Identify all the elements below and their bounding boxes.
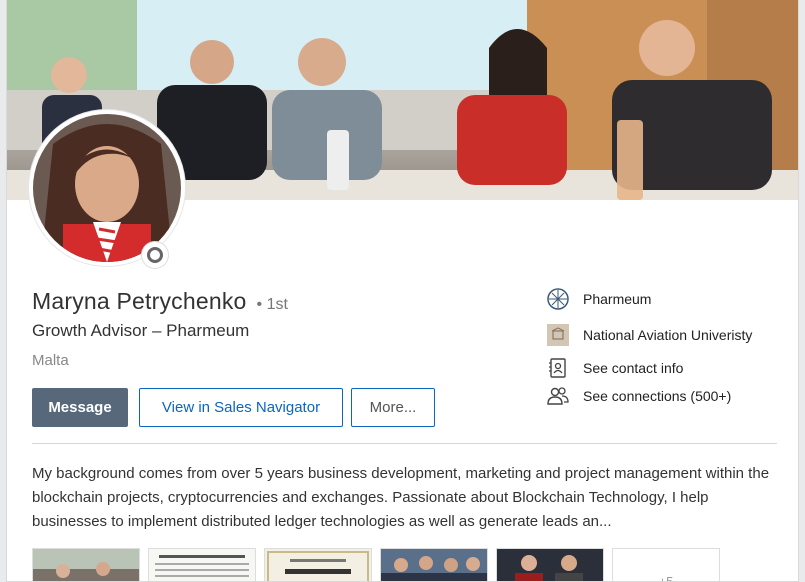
online-status-icon xyxy=(142,242,168,268)
connection-degree: • 1st xyxy=(256,296,288,313)
school-logo-icon xyxy=(547,324,569,346)
profile-headline: Growth Advisor – Pharmeum xyxy=(32,321,250,340)
media-more-tile[interactable]: +5 xyxy=(612,548,720,581)
more-button[interactable]: More... xyxy=(351,388,435,427)
profile-summary[interactable]: My background comes from over 5 years bu… xyxy=(32,462,782,534)
contact-info-label: See contact info xyxy=(583,360,684,376)
contact-card-icon xyxy=(547,357,569,379)
section-divider xyxy=(32,443,777,444)
media-thumbnail[interactable] xyxy=(148,548,256,581)
profile-name: Maryna Petrychenko xyxy=(32,288,247,314)
profile-card: Maryna Petrychenko • 1st Growth Advisor … xyxy=(6,0,799,582)
view-in-sales-navigator-button[interactable]: View in Sales Navigator xyxy=(139,388,343,427)
media-strip: +5 xyxy=(32,548,728,581)
connections-link[interactable]: See connections (500+) xyxy=(547,385,731,407)
school-link[interactable]: National Aviation Univeristy xyxy=(547,324,752,346)
connections-label: See connections (500+) xyxy=(583,388,732,404)
school-name: National Aviation Univeristy xyxy=(583,327,753,343)
company-logo-icon xyxy=(547,288,569,310)
message-button[interactable]: Message xyxy=(32,388,128,427)
contact-info-link[interactable]: See contact info xyxy=(547,357,683,379)
company-name: Pharmeum xyxy=(583,291,652,307)
profile-photo[interactable] xyxy=(29,110,185,266)
media-thumbnail[interactable] xyxy=(32,548,140,581)
people-icon xyxy=(547,385,569,407)
media-thumbnail[interactable] xyxy=(264,548,372,581)
profile-location: Malta xyxy=(32,352,69,369)
media-thumbnail[interactable] xyxy=(380,548,488,581)
media-thumbnail[interactable] xyxy=(496,548,604,581)
company-link[interactable]: Pharmeum xyxy=(547,288,651,310)
